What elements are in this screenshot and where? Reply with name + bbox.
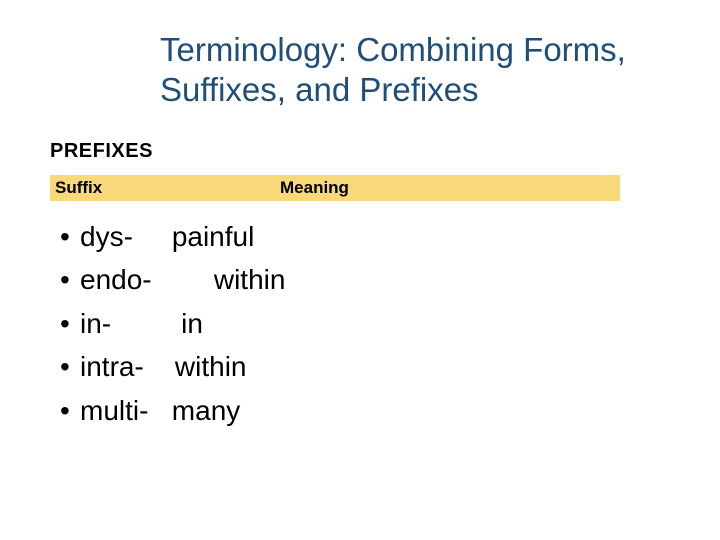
list-item: •in- in (60, 302, 285, 345)
list-item: •multi- many (60, 389, 285, 432)
term: multi- (80, 389, 148, 432)
bullet-icon: • (60, 258, 80, 301)
section-heading: PREFIXES (50, 140, 153, 163)
bullet-icon: • (60, 302, 80, 345)
meaning: in (181, 302, 203, 345)
column-header-suffix: Suffix (55, 178, 102, 198)
meaning: within (214, 258, 286, 301)
term: intra- (80, 345, 144, 388)
slide: Terminology: Combining Forms, Suffixes, … (0, 0, 720, 540)
term: dys- (80, 215, 133, 258)
list-item: •intra- within (60, 345, 285, 388)
meaning: painful (172, 215, 255, 258)
term: endo- (80, 258, 152, 301)
term: in- (80, 302, 111, 345)
list-item: •endo- within (60, 258, 285, 301)
prefix-list: •dys- painful •endo- within •in- in •int… (60, 215, 285, 432)
column-header-meaning: Meaning (280, 178, 349, 198)
bullet-icon: • (60, 345, 80, 388)
slide-title: Terminology: Combining Forms, Suffixes, … (160, 30, 680, 109)
meaning: many (172, 389, 240, 432)
list-item: •dys- painful (60, 215, 285, 258)
bullet-icon: • (60, 215, 80, 258)
bullet-icon: • (60, 389, 80, 432)
meaning: within (175, 345, 247, 388)
